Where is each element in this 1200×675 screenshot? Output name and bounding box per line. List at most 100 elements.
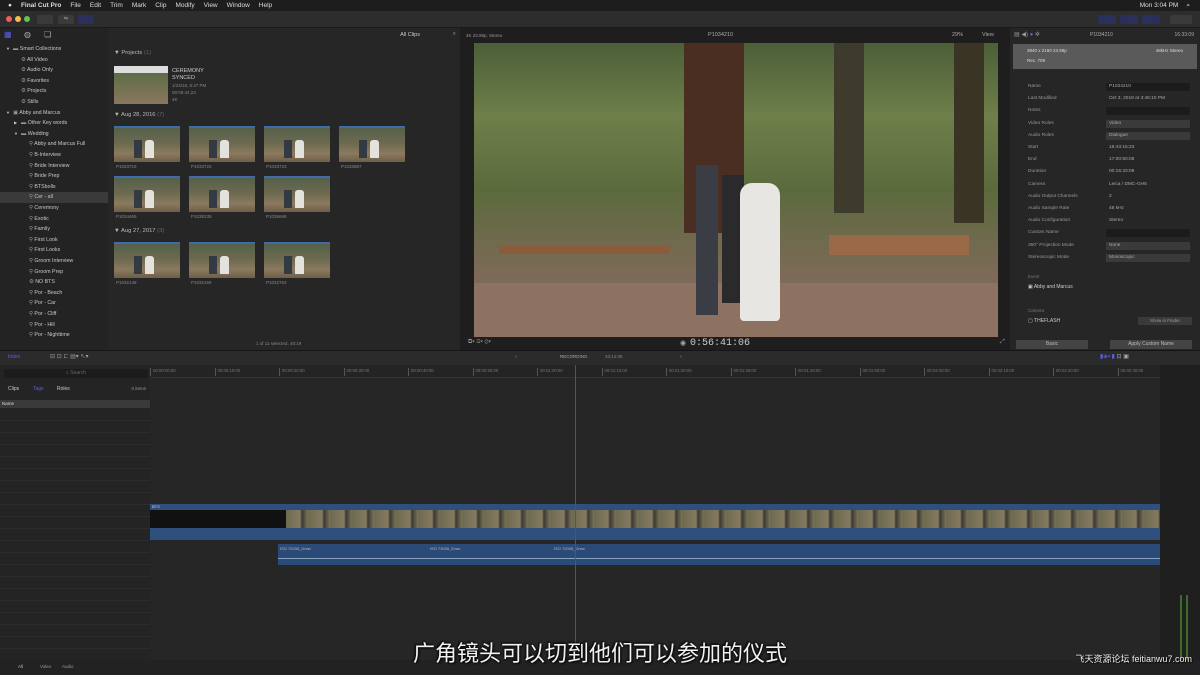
date-group-header[interactable]: ▼ Aug 28, 2016 (7) xyxy=(114,112,164,118)
sidebar-item[interactable]: ⚙ NO BTS xyxy=(0,277,108,288)
skimming-buttons[interactable]: ▮◈◐▮ ⊡ ▣ xyxy=(1100,353,1129,360)
timeline[interactable]: BTS ISO 72035_Drew ISO 73035_Evan ISO 72… xyxy=(150,365,1160,660)
clip-thumbnail[interactable] xyxy=(189,176,255,212)
clip-thumbnail[interactable] xyxy=(114,176,180,212)
minimize-button[interactable] xyxy=(15,16,21,22)
libraries-icon[interactable]: ▦ xyxy=(4,30,12,39)
sidebar-item[interactable]: ⚲ Por - Nighttime xyxy=(0,330,108,341)
audio-clips[interactable]: ISO 72035_Drew ISO 73035_Evan ISO 72035_… xyxy=(278,544,1160,565)
sidebar-item[interactable]: ⚙ Projects xyxy=(0,86,108,97)
import-button[interactable] xyxy=(37,15,53,24)
sidebar-item[interactable]: ⚲ BTSbolls xyxy=(0,182,108,193)
disclosure-arrow[interactable]: ▼ xyxy=(14,129,21,140)
clip-filter[interactable]: All Clips xyxy=(400,32,420,38)
sidebar-item[interactable]: ⚙ Audio Only xyxy=(0,65,108,76)
forward-arrow-icon[interactable]: › xyxy=(680,354,682,360)
show-in-finder-button[interactable]: Show in Finder xyxy=(1138,317,1192,325)
field-value[interactable]: P1034210 xyxy=(1106,83,1190,91)
sidebar-item[interactable]: ⚲ Bride Interview xyxy=(0,161,108,172)
date-group-header[interactable]: ▼ Aug 27, 2017 (3) xyxy=(114,228,164,234)
disclosure-arrow[interactable]: ▼ xyxy=(6,44,13,55)
sidebar-item[interactable]: ⚙ Stills xyxy=(0,97,108,108)
sidebar-item[interactable]: ⚲ Por - Car xyxy=(0,298,108,309)
photos-icon[interactable]: ◍ xyxy=(24,30,31,39)
transform-icon[interactable]: ⧉▾ ⊡▾ ⊘▾ xyxy=(468,339,491,346)
sidebar-item[interactable]: ⚲ First Look xyxy=(0,235,108,246)
project-thumbnail[interactable] xyxy=(114,66,168,104)
tab-roles[interactable]: Roles xyxy=(57,386,70,392)
sidebar-item[interactable]: ⚲ Ceremony xyxy=(0,203,108,214)
column-header-name[interactable]: Name xyxy=(0,400,150,408)
search-icon[interactable]: ⌕ xyxy=(453,31,456,38)
menu-mark[interactable]: Mark xyxy=(132,2,146,9)
back-arrow-icon[interactable]: ‹ xyxy=(515,354,517,360)
index-search-input[interactable]: ⌕ Search xyxy=(4,369,148,378)
field-value[interactable]: Dialogue xyxy=(1106,131,1190,140)
search-icon[interactable]: ⌕ xyxy=(1186,2,1190,10)
metadata-view-popup[interactable]: Basic xyxy=(1016,340,1088,349)
zoom-button[interactable] xyxy=(24,16,30,22)
field-value[interactable]: Video xyxy=(1106,119,1190,128)
menu-modify[interactable]: Modify xyxy=(176,2,195,9)
workspace-button-2[interactable] xyxy=(1120,15,1138,24)
clip-thumbnail[interactable] xyxy=(189,126,255,162)
sidebar-item[interactable]: ⚲ Groom Interview xyxy=(0,256,108,267)
timecode-display[interactable]: 0:56:41:06 xyxy=(690,338,750,349)
sidebar-item[interactable]: ⚲ Bride Prep xyxy=(0,171,108,182)
menu-file[interactable]: File xyxy=(70,2,80,9)
sidebar-item[interactable]: ⚲ Cer - all xyxy=(0,192,108,203)
sidebar-item[interactable]: ⚲ Exotic xyxy=(0,214,108,225)
sidebar-item[interactable]: ⚲ Por - Beach xyxy=(0,288,108,299)
clip-thumbnail[interactable] xyxy=(114,126,180,162)
zoom-popup[interactable]: 29% xyxy=(952,32,963,38)
workspace-button-3[interactable] xyxy=(1142,15,1160,24)
sidebar-item[interactable]: ⚲ Por - Cliff xyxy=(0,309,108,320)
sidebar-item[interactable]: ▼ ▣ Abby and Marcus xyxy=(0,108,108,119)
menu-trim[interactable]: Trim xyxy=(110,2,123,9)
apply-custom-name-popup[interactable]: Apply Custom Name xyxy=(1110,340,1192,349)
background-tasks-button[interactable] xyxy=(78,15,94,24)
index-button[interactable]: Index xyxy=(8,354,20,360)
clip-thumbnail[interactable] xyxy=(114,242,180,278)
disclosure-arrow[interactable]: ▶ xyxy=(14,118,21,129)
clip-thumbnail[interactable] xyxy=(264,242,330,278)
titles-icon[interactable]: ❏ xyxy=(44,30,51,39)
timeline-ruler[interactable]: 00:00:00:00 00:00:10:00 00:00:20:00 00:00:3… xyxy=(150,365,1200,378)
view-popup[interactable]: View xyxy=(982,32,994,38)
tab-tags[interactable]: Tags xyxy=(33,386,44,392)
apple-icon[interactable]: ● xyxy=(8,2,12,9)
edit-buttons[interactable]: ⊟ ⊡ ⊏ ▤▾ ↖▾ xyxy=(50,353,88,360)
app-menu[interactable]: Final Cut Pro xyxy=(21,2,61,9)
tab-clips[interactable]: Clips xyxy=(8,386,19,392)
sidebar-item[interactable]: ▶ ▬ Other Key words xyxy=(0,118,108,129)
clip-thumbnail[interactable] xyxy=(264,176,330,212)
sidebar-item[interactable]: ⚲ Family xyxy=(0,224,108,235)
inspector-tabs[interactable]: ▤ ◀) ● ✲ xyxy=(1014,31,1040,38)
menu-help[interactable]: Help xyxy=(259,2,272,9)
sidebar-item[interactable]: ⚲ B-Interview xyxy=(0,150,108,161)
fullscreen-icon[interactable]: ⤢ xyxy=(1000,339,1005,346)
clip-thumbnail[interactable] xyxy=(189,242,255,278)
field-value[interactable] xyxy=(1106,107,1190,116)
sidebar-item[interactable]: ▼ ▬ Wedding xyxy=(0,129,108,140)
disclosure-arrow[interactable]: ▼ xyxy=(6,108,13,119)
sidebar-item[interactable]: ⚙ Favorites xyxy=(0,76,108,87)
field-value[interactable]: None xyxy=(1106,241,1190,250)
share-button[interactable] xyxy=(1170,15,1192,24)
sidebar-item[interactable]: ⚲ Groom Prep xyxy=(0,267,108,278)
field-value[interactable] xyxy=(1106,229,1190,238)
clip-thumbnail[interactable] xyxy=(339,126,405,162)
playhead[interactable] xyxy=(575,365,576,660)
workspace-button-1[interactable] xyxy=(1098,15,1116,24)
keyword-button[interactable]: ⇆ xyxy=(58,15,74,24)
play-icon[interactable]: ◉ xyxy=(680,339,686,347)
close-button[interactable] xyxy=(6,16,12,22)
clock[interactable]: Mon 3:04 PM xyxy=(1140,2,1179,10)
sidebar-item[interactable]: ⚲ Abby and Marcus Full xyxy=(0,139,108,150)
clip-thumbnail[interactable] xyxy=(264,126,330,162)
sidebar-item[interactable]: ⚲ First Looks xyxy=(0,245,108,256)
field-value[interactable]: Monoscopic xyxy=(1106,253,1190,262)
menu-clip[interactable]: Clip xyxy=(155,2,166,9)
menu-edit[interactable]: Edit xyxy=(90,2,101,9)
sidebar-item[interactable]: ⚲ Por - Hill xyxy=(0,320,108,331)
